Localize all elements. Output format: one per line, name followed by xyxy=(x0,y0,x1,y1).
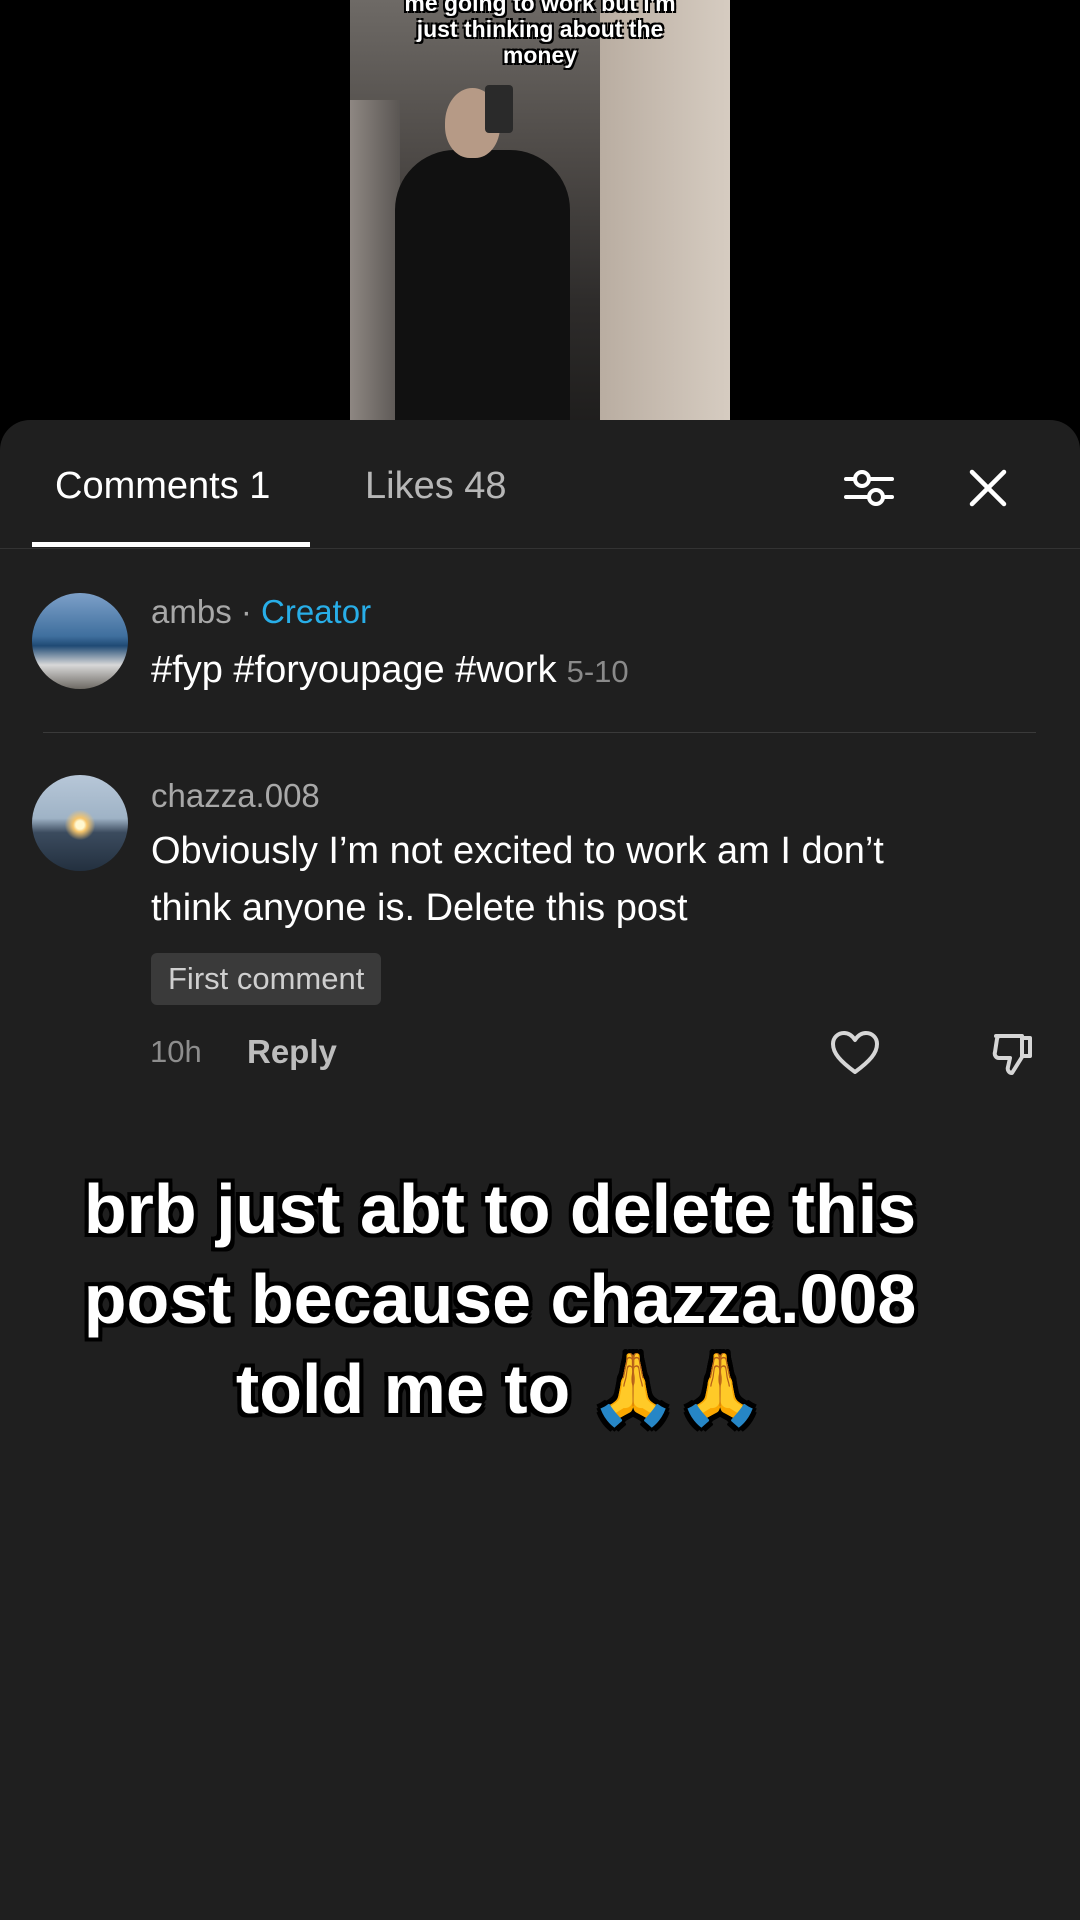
video-caption-line: just thinking about the xyxy=(416,16,664,42)
tab-comments[interactable]: Comments 1 xyxy=(55,464,270,508)
phone xyxy=(485,85,513,133)
hashtags[interactable]: #fyp #foryoupage #work xyxy=(151,649,557,691)
person-figure xyxy=(395,150,570,430)
creator-badge: Creator xyxy=(261,593,372,630)
comments-sheet: Comments 1 Likes 48 ambs · Creator #fyp … xyxy=(0,420,1080,1920)
comment-line: Obviously I’m not excited to work am I d… xyxy=(151,830,884,872)
video-caption-line: money xyxy=(502,42,578,68)
comment-text: Obviously I’m not excited to work am I d… xyxy=(151,823,1031,937)
dislike-icon[interactable] xyxy=(990,1030,1036,1076)
comment-meta: ambs · Creator xyxy=(151,592,371,632)
mirror-frame xyxy=(350,100,400,430)
tab-likes[interactable]: Likes 48 xyxy=(365,464,507,508)
username[interactable]: ambs xyxy=(151,593,232,630)
reply-button[interactable]: Reply xyxy=(247,1033,337,1071)
avatar[interactable] xyxy=(32,593,128,689)
comment-time: 10h xyxy=(150,1034,202,1069)
heart-icon[interactable] xyxy=(830,1030,880,1076)
first-comment-badge: First comment xyxy=(151,953,382,1005)
close-icon[interactable] xyxy=(962,462,1014,514)
filter-sliders-icon[interactable] xyxy=(843,462,895,514)
overlay-line: post because chazza.008 xyxy=(83,1260,917,1338)
separator: · xyxy=(231,593,262,630)
video-preview[interactable]: me going to work but i'm just thinking a… xyxy=(350,0,730,430)
divider xyxy=(43,732,1036,733)
tab-bar: Comments 1 Likes 48 xyxy=(0,420,1080,549)
comment-text: #fyp #foryoupage #work 5-10 xyxy=(151,642,1031,700)
overlay-caption: brb just abt to delete this post because… xyxy=(0,1164,1000,1434)
username[interactable]: chazza.008 xyxy=(151,776,320,816)
avatar[interactable] xyxy=(32,775,128,871)
comment-date: 5-10 xyxy=(566,654,629,689)
overlay-line: brb just abt to delete this xyxy=(83,1170,917,1248)
video-caption: me going to work but i'm just thinking a… xyxy=(350,0,730,68)
overlay-line: told me to 🙏🙏 xyxy=(235,1350,765,1428)
comment-line: think anyone is. Delete this post xyxy=(151,887,688,929)
active-tab-indicator xyxy=(32,542,310,547)
video-caption-line: me going to work but i'm xyxy=(404,0,676,16)
